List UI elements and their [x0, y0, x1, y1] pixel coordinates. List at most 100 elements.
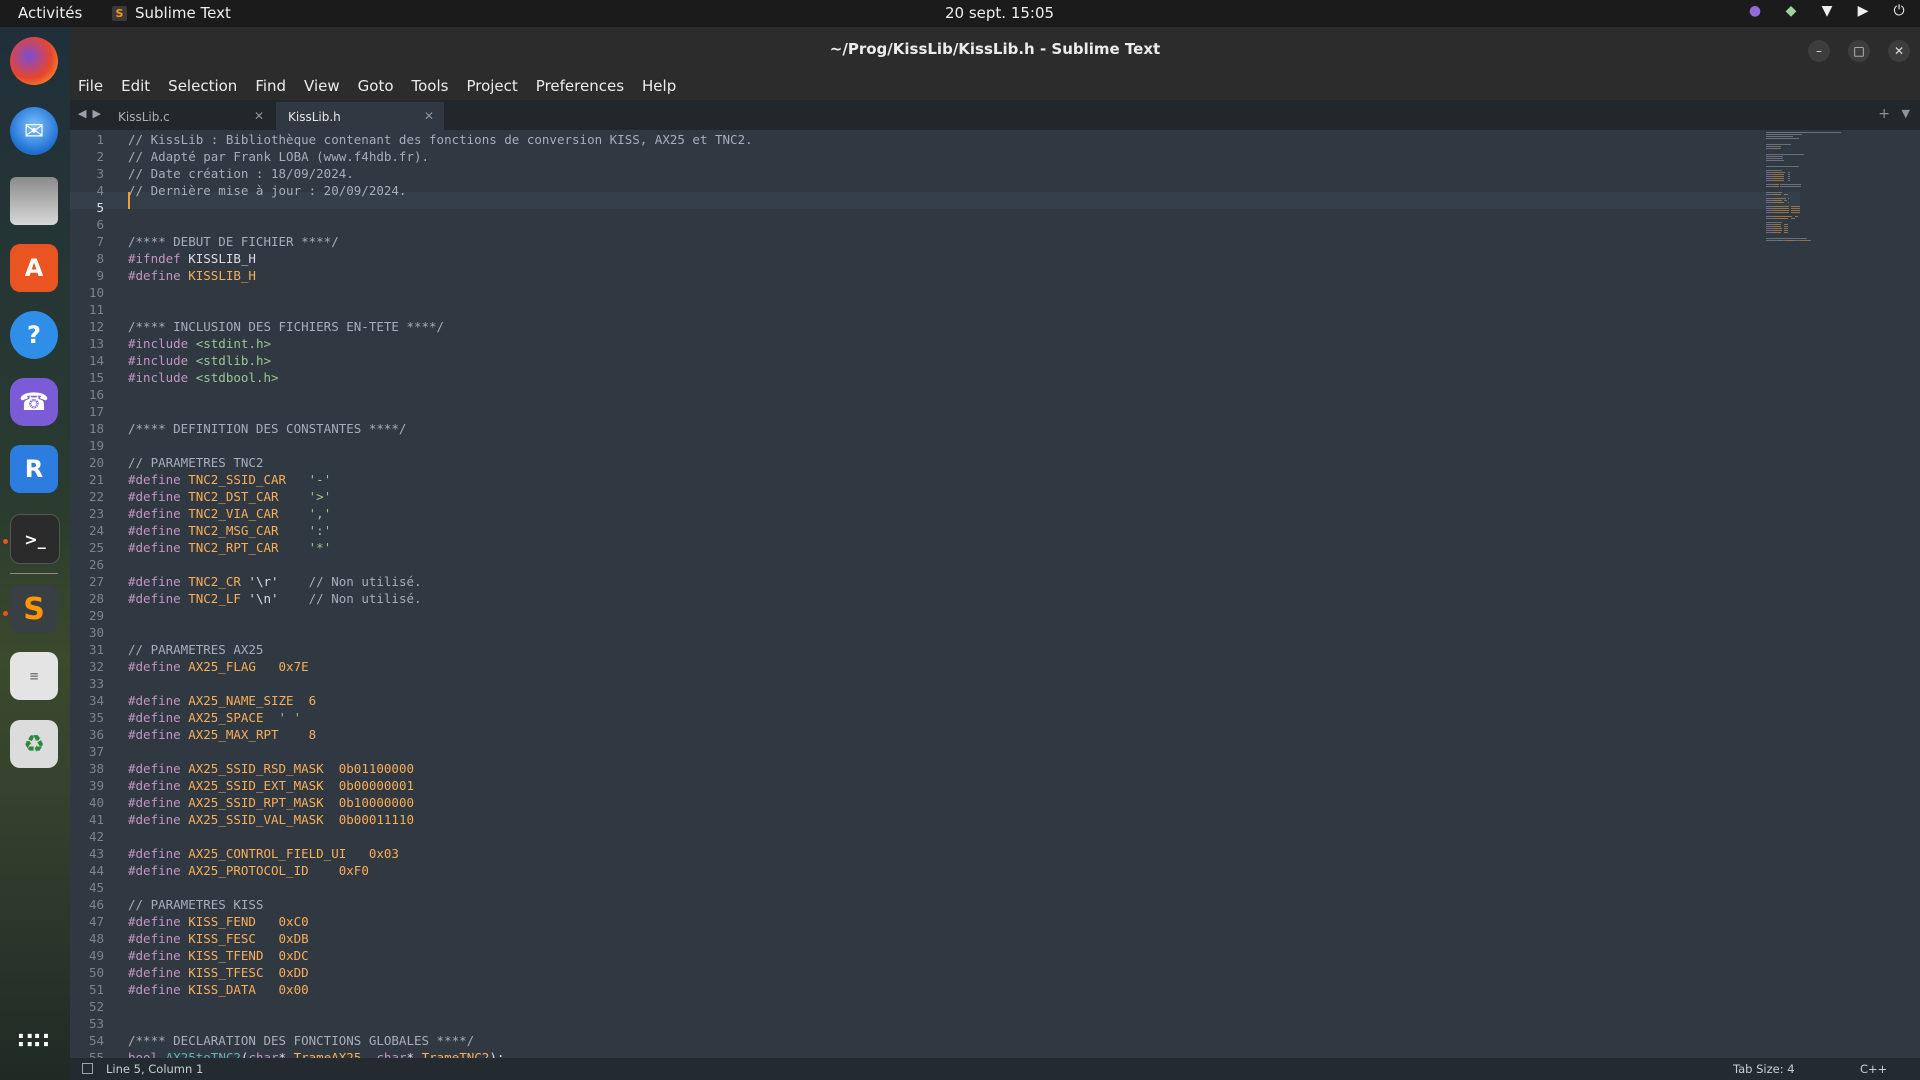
tab-nav-arrows-icon[interactable]: ◀▶	[78, 107, 107, 120]
code-line[interactable]: // PARAMETRES KISS	[128, 897, 263, 912]
wifi-icon[interactable]: ▼	[1818, 3, 1836, 19]
menu-selection[interactable]: Selection	[168, 77, 237, 95]
title-bar[interactable]: ~/Prog/KissLib/KissLib.h - Sublime Text …	[70, 27, 1920, 72]
code-line[interactable]: #define AX25_SSID_RPT_MASK 0b10000000	[128, 795, 414, 810]
volume-icon[interactable]: ▶	[1854, 3, 1872, 19]
minimap[interactable]	[1766, 132, 1856, 252]
code-token: #define	[128, 761, 189, 776]
code-line[interactable]: #define TNC2_MSG_CAR ':'	[128, 523, 331, 538]
code-line[interactable]: /**** DEFINITION DES CONSTANTES ****/	[128, 421, 406, 436]
code-line[interactable]: #define AX25_FLAG 0x7E	[128, 659, 309, 674]
code-line[interactable]: // PARAMETRES TNC2	[128, 455, 263, 470]
code-line[interactable]: #define AX25_SSID_VAL_MASK 0b00011110	[128, 812, 414, 827]
terminal-icon[interactable]: >_	[10, 514, 60, 564]
line-number: 40	[88, 795, 104, 810]
menu-find[interactable]: Find	[255, 77, 286, 95]
minimap-mark	[1766, 180, 1774, 181]
code-line[interactable]: #include <stdlib.h>	[128, 353, 271, 368]
syntax-selector[interactable]: C++	[1860, 1062, 1887, 1076]
code-line[interactable]: // PARAMETRES AX25	[128, 642, 263, 657]
minimap-mark	[1809, 240, 1811, 241]
code-line[interactable]: #define AX25_SSID_EXT_MASK 0b00000001	[128, 778, 414, 793]
code-line[interactable]: #define TNC2_LF '\n' // Non utilisé.	[128, 591, 422, 606]
app-menu[interactable]: S Sublime Text	[112, 4, 231, 22]
code-line[interactable]: #define AX25_MAX_RPT 8	[128, 727, 316, 742]
code-line[interactable]: #define AX25_CONTROL_FIELD_UI 0x03	[128, 846, 399, 861]
tab-size[interactable]: Tab Size: 4	[1733, 1062, 1795, 1076]
menu-project[interactable]: Project	[466, 77, 517, 95]
code-line[interactable]: #define KISS_FEND 0xC0	[128, 914, 309, 929]
menu-preferences[interactable]: Preferences	[536, 77, 624, 95]
trash-icon[interactable]: ♻	[10, 720, 58, 768]
code-line[interactable]: #define TNC2_DST_CAR '>'	[128, 489, 331, 504]
code-line[interactable]: #define TNC2_CR '\r' // Non utilisé.	[128, 574, 422, 589]
code-line[interactable]: #define TNC2_RPT_CAR '*'	[128, 540, 331, 555]
menu-file[interactable]: File	[78, 77, 103, 95]
code-line[interactable]: /**** DEBUT DE FICHIER ****/	[128, 234, 339, 249]
code-line[interactable]: #define AX25_SSID_RSD_MASK 0b01100000	[128, 761, 414, 776]
activities-button[interactable]: Activités	[18, 4, 82, 22]
code-line[interactable]: #define KISS_TFEND 0xDC	[128, 948, 309, 963]
code-token: #define	[128, 778, 189, 793]
code-line[interactable]: #define KISSLIB_H	[128, 268, 256, 283]
shield-tray-icon[interactable]: ◆	[1782, 3, 1800, 19]
code-line[interactable]: #define AX25_SPACE ' '	[128, 710, 301, 725]
line-number: 2	[96, 149, 104, 164]
app-center-icon[interactable]: A	[10, 244, 58, 292]
code-line[interactable]: /**** INCLUSION DES FICHIERS EN-TETE ***…	[128, 319, 444, 334]
menu-view[interactable]: View	[304, 77, 340, 95]
close-tab-icon[interactable]: ✕	[424, 109, 434, 123]
code-line[interactable]: #ifndef KISSLIB_H	[128, 251, 256, 266]
menu-help[interactable]: Help	[642, 77, 676, 95]
sublime-text-dock-icon[interactable]: S	[10, 585, 58, 633]
code-line[interactable]: // Dernière mise à jour : 20/09/2024.	[128, 183, 406, 198]
minimap-mark	[1766, 202, 1774, 203]
code-token: '\r'	[240, 574, 309, 589]
close-button[interactable]: ✕	[1888, 40, 1910, 62]
close-tab-icon[interactable]: ✕	[254, 109, 264, 123]
thunderbird-icon[interactable]: ✉	[10, 107, 58, 155]
maximize-button[interactable]: □	[1848, 40, 1870, 62]
code-line[interactable]: /**** DECLARATION DES FONCTIONS GLOBALES…	[128, 1033, 474, 1048]
code-line[interactable]: #define TNC2_VIA_CAR ','	[128, 506, 331, 521]
firefox-icon[interactable]	[10, 37, 58, 85]
new-tab-icon[interactable]: +	[1878, 106, 1890, 122]
minimap-mark	[1787, 176, 1791, 177]
tab-kisslib-h[interactable]: KissLib.h ✕	[276, 102, 444, 130]
code-line[interactable]: #include <stdbool.h>	[128, 370, 279, 385]
minimize-button[interactable]: –	[1808, 40, 1830, 62]
minimap-mark	[1773, 216, 1793, 217]
minimap-mark	[1766, 222, 1783, 223]
code-line[interactable]: #define AX25_NAME_SIZE 6	[128, 693, 316, 708]
code-line[interactable]: // KissLib : Bibliothèque contenant des …	[128, 132, 753, 147]
code-line[interactable]: #define KISS_DATA 0x00	[128, 982, 309, 997]
tab-kisslib-c[interactable]: KissLib.c ✕	[106, 102, 274, 130]
power-icon[interactable]: ⏻	[1890, 3, 1908, 19]
text-editor-icon[interactable]: ≡	[10, 652, 58, 700]
code-line[interactable]: bool AX25toTNC2(char* TrameAX25, char* T…	[128, 1050, 504, 1058]
viber-tray-icon[interactable]: ●	[1746, 3, 1764, 19]
viber-icon[interactable]: ☎	[10, 378, 58, 426]
remote-desktop-icon[interactable]: R	[10, 445, 58, 493]
toggle-panel-icon[interactable]	[82, 1063, 93, 1074]
code-line[interactable]: #define KISS_TFESC 0xDD	[128, 965, 309, 980]
files-icon[interactable]	[10, 177, 58, 225]
cursor-position[interactable]: Line 5, Column 1	[106, 1062, 203, 1076]
code-line[interactable]: // Adapté par Frank LOBA (www.f4hdb.fr).	[128, 149, 429, 164]
clock[interactable]: 20 sept. 15:05	[945, 4, 1054, 22]
code-line[interactable]: #define TNC2_SSID_CAR '-'	[128, 472, 331, 487]
menu-edit[interactable]: Edit	[121, 77, 150, 95]
help-icon[interactable]: ?	[10, 311, 58, 359]
code-editor[interactable]: 1 2 3 4 5 6 7 8 9 10 11 12 13 14 15 16 17 18 19 20 21 22 23 24 2…	[70, 130, 1920, 1058]
code-line[interactable]: #define AX25_PROTOCOL_ID 0xF0	[128, 863, 369, 878]
system-tray[interactable]: ● ◆ ▼ ▶ ⏻	[1746, 3, 1908, 19]
show-apps-icon[interactable]: ∷∷	[10, 1017, 58, 1065]
code-line[interactable]: // Date création : 18/09/2024.	[128, 166, 354, 181]
code-line[interactable]: #define KISS_FESC 0xDB	[128, 931, 309, 946]
menu-goto[interactable]: Goto	[358, 77, 394, 95]
tab-list-dropdown-icon[interactable]: ▼	[1902, 107, 1910, 120]
menu-tools[interactable]: Tools	[412, 77, 449, 95]
tab-label: KissLib.c	[118, 110, 170, 124]
code-line[interactable]: #include <stdint.h>	[128, 336, 271, 351]
